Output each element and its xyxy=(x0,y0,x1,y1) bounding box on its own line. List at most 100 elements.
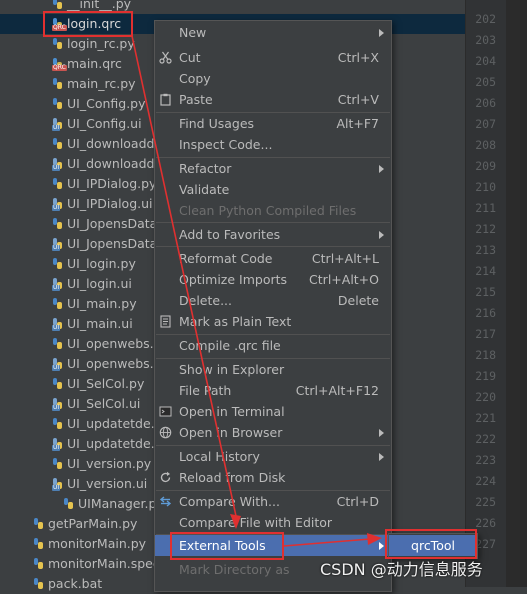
ui-file-icon: UI xyxy=(52,478,64,491)
file-name: UI_version.ui xyxy=(67,476,148,491)
menu-item-new[interactable]: New xyxy=(155,22,391,43)
menu-item-label: Mark Directory as xyxy=(179,562,290,577)
menu-item-shortcut: Ctrl+Alt+F12 xyxy=(295,383,379,398)
file-name: UI_login.ui xyxy=(67,276,132,291)
menu-item-reload-from-disk[interactable]: Reload from Disk xyxy=(155,467,391,488)
menu-item-label: File Path xyxy=(179,383,232,398)
ui-file-icon: UI xyxy=(52,278,64,291)
file-name: UI_JopensData. xyxy=(67,236,162,251)
line-number: 221 xyxy=(475,411,496,425)
file-name: UI_SelCol.py xyxy=(67,376,145,391)
watermark: CSDN @动力信息服务 xyxy=(320,560,483,579)
python-file-icon xyxy=(33,518,45,530)
menu-item-shortcut: Alt+F7 xyxy=(336,116,379,131)
ui-file-icon: UI xyxy=(52,118,64,131)
file-name: monitorMain.spec xyxy=(48,556,160,571)
editor-gutter: 202 203 204 205 206 207 208 209 210 211 … xyxy=(465,0,527,587)
file-name: UIManager.py xyxy=(78,496,164,511)
python-file-icon xyxy=(52,38,64,50)
file-name: UI_JopensData. xyxy=(67,216,162,231)
file-name: getParMain.py xyxy=(48,516,138,531)
menu-item-label: Clean Python Compiled Files xyxy=(179,203,357,218)
menu-item-show-in-explorer[interactable]: Show in Explorer xyxy=(155,359,391,380)
file-name: UI_Config.py xyxy=(67,96,146,111)
file-name: UI_downloadda xyxy=(67,136,163,151)
plain-text-icon xyxy=(160,315,171,328)
line-number: 208 xyxy=(475,138,496,152)
menu-item-open-in-terminal[interactable]: Open in Terminal xyxy=(155,401,391,422)
menu-item-label: Inspect Code... xyxy=(179,137,273,152)
line-number: 222 xyxy=(475,432,496,446)
menu-item-label: Compile .qrc file xyxy=(179,338,281,353)
menu-item-refactor[interactable]: Refactor xyxy=(155,158,391,179)
line-number: 210 xyxy=(475,180,496,194)
menu-item-add-to-favorites[interactable]: Add to Favorites xyxy=(155,224,391,245)
ui-file-icon: UI xyxy=(52,158,64,171)
menu-item-find-usages[interactable]: Find Usages Alt+F7 xyxy=(155,113,391,134)
menu-item-label: Add to Favorites xyxy=(179,227,281,242)
python-file-icon xyxy=(52,78,64,90)
ui-file-icon: UI xyxy=(52,358,64,371)
menu-item-reformat-code[interactable]: Reformat Code Ctrl+Alt+L xyxy=(155,248,391,269)
file-name: UI_IPDialog.ui xyxy=(67,196,153,211)
line-number: 202 xyxy=(475,12,496,26)
menu-item-shortcut: Ctrl+Alt+L xyxy=(311,251,379,266)
file-name: login_rc.py xyxy=(67,36,135,51)
menu-item-compile-qrc-file[interactable]: Compile .qrc file xyxy=(155,335,391,356)
annotation-box-external-tools xyxy=(170,532,284,560)
menu-item-shortcut: Ctrl+D xyxy=(336,494,379,509)
menu-item-clean-python-compiled-files: Clean Python Compiled Files xyxy=(155,200,391,221)
menu-item-label: Reformat Code xyxy=(179,251,273,266)
menu-item-copy[interactable]: Copy xyxy=(155,68,391,89)
ui-file-icon: UI xyxy=(52,238,64,251)
file-name: UI_openwebs.p xyxy=(67,336,162,351)
submenu-arrow-icon xyxy=(379,231,384,239)
file-name: main.qrc xyxy=(67,56,122,71)
menu-item-compare-file-with-editor[interactable]: Compare File with Editor xyxy=(155,512,391,533)
menu-item-label: Refactor xyxy=(179,161,232,176)
line-number: 214 xyxy=(475,264,496,278)
menu-item-local-history[interactable]: Local History xyxy=(155,446,391,467)
python-file-icon xyxy=(52,298,64,310)
menu-item-inspect-code[interactable]: Inspect Code... xyxy=(155,134,391,155)
python-file-icon xyxy=(52,258,64,270)
file-name: UI_version.py xyxy=(67,456,152,471)
file-name: UI_login.py xyxy=(67,256,136,271)
menu-item-optimize-imports[interactable]: Optimize Imports Ctrl+Alt+O xyxy=(155,269,391,290)
menu-item-label: New xyxy=(179,25,207,40)
menu-item-label: Delete... xyxy=(179,293,232,308)
clipboard-icon xyxy=(160,93,171,106)
menu-item-shortcut: Ctrl+Alt+O xyxy=(309,272,379,287)
menu-item-compare-with[interactable]: Compare With... Ctrl+D xyxy=(155,491,391,512)
python-file-icon xyxy=(33,538,45,550)
menu-item-validate[interactable]: Validate xyxy=(155,179,391,200)
line-number: 218 xyxy=(475,348,496,362)
file-name: UI_SelCol.ui xyxy=(67,396,141,411)
file-name: UI_IPDialog.py xyxy=(67,176,157,191)
line-number: 220 xyxy=(475,390,496,404)
menu-item-label: Compare File with Editor xyxy=(179,515,333,530)
menu-item-delete[interactable]: Delete... Delete xyxy=(155,290,391,311)
menu-item-mark-as-plain-text[interactable]: Mark as Plain Text xyxy=(155,311,391,332)
python-file-icon xyxy=(52,338,64,350)
python-file-icon xyxy=(52,458,64,470)
scissors-icon xyxy=(159,51,172,64)
menu-item-file-path[interactable]: File Path Ctrl+Alt+F12 xyxy=(155,380,391,401)
line-number: 216 xyxy=(475,306,496,320)
python-file-icon xyxy=(63,498,75,510)
python-file-icon xyxy=(33,578,45,590)
menu-item-label: Validate xyxy=(179,182,230,197)
qrc-file-icon: QRC xyxy=(52,58,67,71)
menu-item-open-in-browser[interactable]: Open in Browser xyxy=(155,422,391,443)
ui-file-icon: UI xyxy=(52,398,64,411)
submenu-arrow-icon xyxy=(379,429,384,437)
python-file-icon xyxy=(52,178,64,190)
menu-item-paste[interactable]: Paste Ctrl+V xyxy=(155,89,391,110)
menu-item-label: Compare With... xyxy=(179,494,280,509)
line-number: 204 xyxy=(475,54,496,68)
line-number: 212 xyxy=(475,222,496,236)
menu-item-label: Local History xyxy=(179,449,260,464)
editor-area-edge xyxy=(506,0,527,587)
menu-item-cut[interactable]: Cut Ctrl+X xyxy=(155,47,391,68)
file-name: UI_Config.ui xyxy=(67,116,142,131)
